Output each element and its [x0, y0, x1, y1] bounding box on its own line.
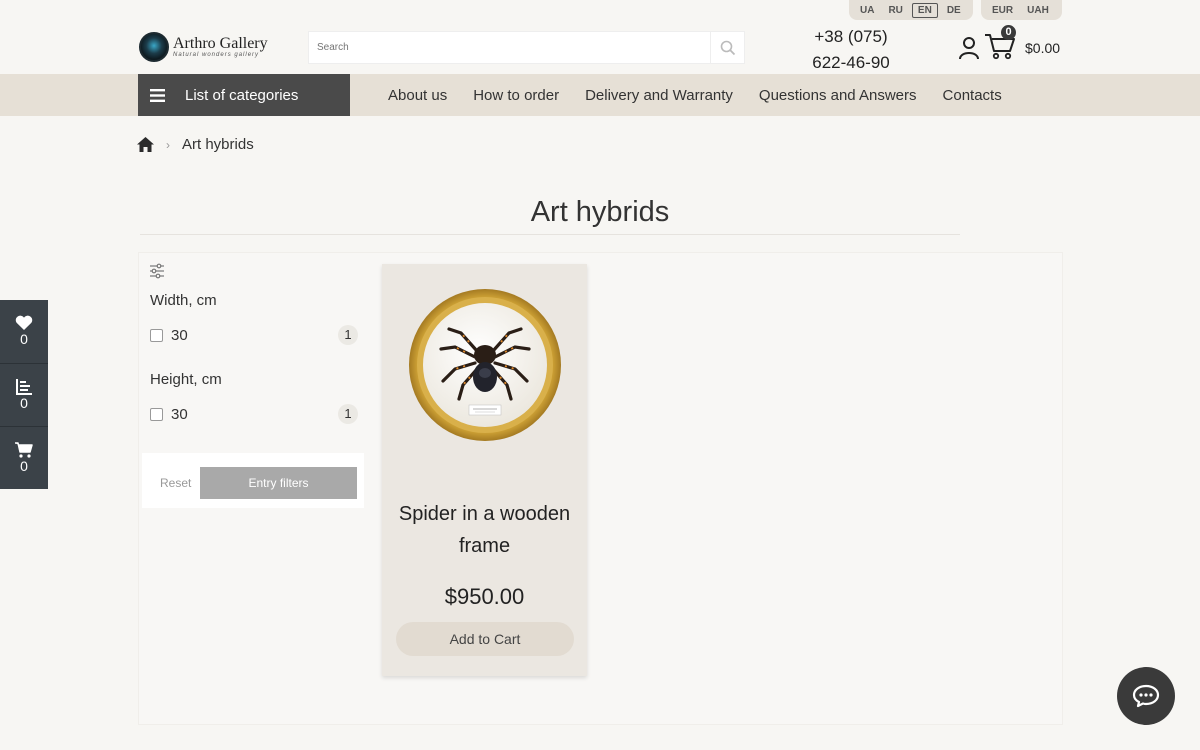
- breadcrumb-current: Art hybrids: [182, 136, 254, 153]
- product-name[interactable]: Spider in a wooden frame: [382, 498, 587, 562]
- filter-height-title: Height, cm: [150, 371, 222, 388]
- side-cart-count: 0: [20, 458, 28, 474]
- currency-uah[interactable]: UAH: [1022, 4, 1054, 17]
- product-card[interactable]: Spider in a wooden frame $950.00 Add to …: [382, 264, 587, 676]
- product-price: $950.00: [444, 584, 525, 609]
- filter-settings-icon[interactable]: [149, 263, 165, 279]
- favorites-count: 0: [20, 331, 28, 347]
- search-input[interactable]: [309, 32, 710, 63]
- heart-icon: [15, 315, 33, 330]
- page-title: Art hybrids: [530, 196, 670, 228]
- side-compare[interactable]: 0: [0, 364, 48, 426]
- categories-label: List of categories: [185, 86, 299, 104]
- search-button[interactable]: [710, 31, 744, 64]
- nav-links: About us How to order Delivery and Warra…: [388, 74, 1028, 116]
- nav-delivery-warranty[interactable]: Delivery and Warranty: [585, 87, 733, 104]
- site-logo[interactable]: Arthro Gallery Natural wonders gallery: [139, 32, 268, 62]
- filter-width-count: 1: [338, 325, 358, 345]
- side-favorites[interactable]: 0: [0, 300, 48, 362]
- chat-icon: [1132, 684, 1160, 708]
- product-image[interactable]: [409, 289, 561, 441]
- categories-button[interactable]: List of categories: [138, 74, 350, 116]
- apply-filters-button[interactable]: Entry filters: [200, 467, 357, 499]
- nav-about-us[interactable]: About us: [388, 87, 447, 104]
- breadcrumb: › Art hybrids: [137, 136, 254, 153]
- chevron-right-icon: ›: [166, 137, 170, 152]
- currency-switcher: EUR UAH: [981, 0, 1062, 20]
- filter-width-value: 30: [171, 326, 188, 344]
- title-divider: [140, 234, 960, 235]
- cart-icon: [15, 442, 33, 458]
- account-button[interactable]: [958, 36, 980, 65]
- menu-icon: [150, 88, 165, 102]
- lang-ru[interactable]: RU: [883, 4, 907, 17]
- phone-number[interactable]: +38 (075) 622-46-90: [796, 24, 906, 76]
- add-to-cart-button[interactable]: Add to Cart: [396, 622, 574, 656]
- chat-button[interactable]: [1117, 667, 1175, 725]
- logo-title: Arthro Gallery: [173, 35, 268, 52]
- filter-height-option[interactable]: 30 1: [150, 404, 358, 424]
- nav-faq[interactable]: Questions and Answers: [759, 87, 917, 104]
- compare-icon: [16, 379, 32, 395]
- filter-width-checkbox[interactable]: [150, 328, 163, 342]
- currency-eur[interactable]: EUR: [987, 4, 1018, 17]
- nav-how-to-order[interactable]: How to order: [473, 87, 559, 104]
- side-widget: 0 0 0: [0, 300, 48, 489]
- language-switcher: UA RU EN DE: [849, 0, 973, 20]
- reset-filters-button[interactable]: Reset: [160, 476, 191, 490]
- filter-width-title: Width, cm: [150, 292, 217, 309]
- side-cart[interactable]: 0: [0, 427, 48, 489]
- search-bar: [308, 31, 745, 64]
- filter-height-value: 30: [171, 405, 188, 423]
- logo-subtitle: Natural wonders gallery: [173, 52, 260, 58]
- filter-height-count: 1: [338, 404, 358, 424]
- phone-line-2: 622-46-90: [812, 53, 890, 72]
- phone-line-1: +38 (075): [814, 27, 888, 46]
- user-icon: [959, 37, 979, 60]
- cart-total: $0.00: [1025, 40, 1061, 56]
- filter-width-option[interactable]: 30 1: [150, 325, 358, 345]
- nav-contacts[interactable]: Contacts: [943, 87, 1002, 104]
- logo-mark: [139, 32, 169, 62]
- compare-count: 0: [20, 395, 28, 411]
- cart-count-badge: 0: [1001, 25, 1016, 40]
- lang-de[interactable]: DE: [942, 4, 966, 17]
- search-icon: [720, 40, 735, 55]
- home-icon[interactable]: [137, 137, 154, 152]
- lang-ua[interactable]: UA: [855, 4, 879, 17]
- lang-en[interactable]: EN: [911, 2, 938, 18]
- filter-height-checkbox[interactable]: [150, 407, 163, 421]
